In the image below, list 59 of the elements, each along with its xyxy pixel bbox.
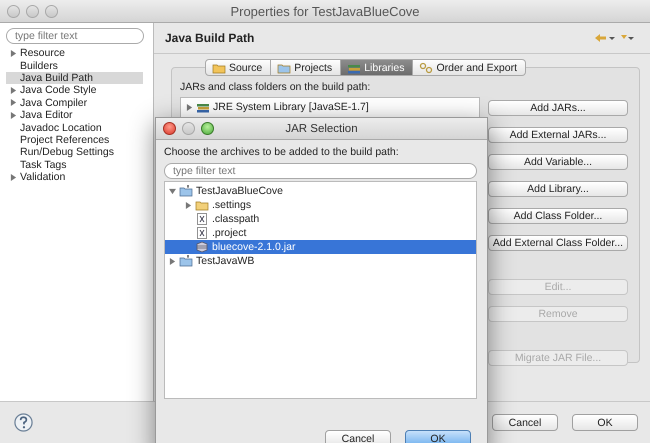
close-button[interactable]: [163, 122, 176, 135]
expand-arrow-icon[interactable]: [10, 50, 17, 57]
action-button[interactable]: Add External JARs...: [488, 127, 628, 143]
jar-icon: [195, 241, 209, 253]
tab[interactable]: Projects: [271, 59, 342, 76]
sidebar-item[interactable]: Javadoc Location: [6, 121, 143, 134]
xml-file-icon: [195, 213, 209, 225]
file-tree[interactable]: TestJavaBlueCove .settings .classpath .project bluecove-2.1.0.jar TestJavaWB: [164, 181, 477, 399]
tree-item[interactable]: TestJavaWB: [165, 254, 476, 268]
action-button[interactable]: Add Library...: [488, 181, 628, 197]
filter-field[interactable]: type filter text: [6, 28, 144, 44]
list-label: JARs and class folders on the build path:: [180, 81, 372, 93]
action-button[interactable]: Add Variable...: [488, 154, 628, 170]
tree-item[interactable]: .settings: [165, 198, 476, 212]
project-folder-icon: [179, 255, 193, 267]
folder-icon: [212, 62, 226, 74]
zoom-button[interactable]: [201, 122, 214, 135]
tab[interactable]: Libraries: [341, 59, 414, 76]
xml-file-icon: [195, 227, 209, 239]
action-button[interactable]: Add JARs...: [488, 100, 628, 116]
folder-icon: [195, 199, 209, 211]
filter-field[interactable]: type filter text: [164, 163, 477, 179]
chain-icon: [419, 62, 434, 74]
expand-arrow-icon[interactable]: [186, 104, 193, 110]
dialog-button[interactable]: Cancel: [492, 414, 558, 431]
expand-arrow-icon[interactable]: [10, 174, 17, 181]
expand-arrow-icon[interactable]: [169, 258, 176, 264]
tree-item[interactable]: bluecove-2.1.0.jar: [165, 240, 476, 254]
sidebar-item[interactable]: Resource: [6, 47, 143, 60]
project-folder-icon: [179, 185, 193, 197]
sidebar-item[interactable]: Validation: [6, 170, 143, 184]
tab[interactable]: Order and Export: [413, 59, 526, 76]
sidebar-item[interactable]: Builders: [6, 59, 143, 72]
dialog-title: JAR Selection: [285, 122, 358, 134]
sidebar-item[interactable]: Java Compiler: [6, 96, 143, 109]
sidebar-item[interactable]: Task Tags: [6, 158, 143, 171]
window-title: Properties for TestJavaBlueCove: [230, 4, 420, 18]
dialog-button[interactable]: OK: [572, 414, 638, 431]
tree-item[interactable]: .classpath: [165, 212, 476, 226]
tab[interactable]: Source: [204, 59, 272, 76]
sidebar-item[interactable]: Java Code Style: [6, 84, 143, 97]
folder-icon: [277, 62, 292, 74]
library-item[interactable]: JRE System Library [JavaSE-1.7]: [186, 100, 474, 114]
page-title: Java Build Path: [165, 31, 254, 45]
sidebar-item[interactable]: Run/Debug Settings: [6, 146, 143, 159]
help-icon[interactable]: [14, 413, 33, 432]
sidebar-item[interactable]: Java Editor: [6, 108, 143, 122]
action-button[interactable]: Add Class Folder...: [488, 208, 628, 224]
dialog-button[interactable]: Cancel: [325, 430, 391, 443]
expand-arrow-icon[interactable]: [185, 202, 192, 208]
sidebar-item[interactable]: Java Build Path: [6, 72, 143, 84]
books-icon: [196, 101, 210, 113]
prompt-text: Choose the archives to be added to the build path:: [164, 146, 400, 158]
tree-item[interactable]: .project: [165, 226, 476, 240]
tree-item[interactable]: TestJavaBlueCove: [165, 184, 476, 198]
action-button[interactable]: Add External Class Folder...: [488, 235, 628, 251]
sidebar-item[interactable]: Project References: [6, 134, 143, 146]
expand-arrow-icon[interactable]: [169, 188, 176, 194]
dialog-button[interactable]: OK: [405, 430, 471, 443]
